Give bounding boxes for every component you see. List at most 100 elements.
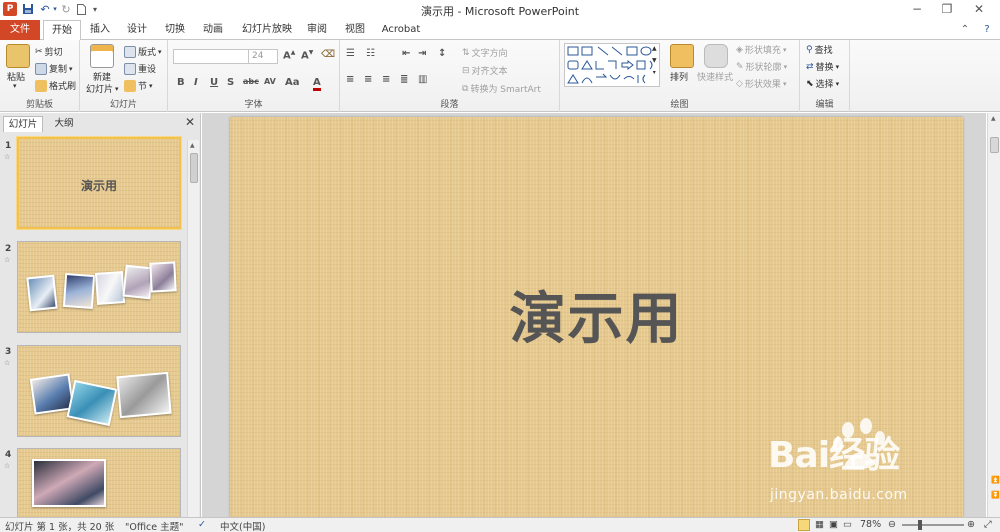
font-size-combo[interactable]: 24 [248,49,278,64]
tab-acrobat[interactable]: Acrobat [379,20,423,40]
paste-icon[interactable] [6,44,30,68]
char-spacing-icon[interactable]: AV [264,77,276,86]
slide-title[interactable]: 演示用 [230,274,963,355]
reset-button[interactable]: 重设 [124,62,156,75]
tab-slideshow[interactable]: 幻灯片放映 [240,20,294,40]
fit-slide-icon[interactable]: ⤢ [984,519,992,530]
restore-button[interactable]: ❐ [932,1,962,17]
slide-thumbnail[interactable]: 演示用 [17,137,181,229]
align-right-icon[interactable]: ≡ [382,74,390,85]
bold-icon[interactable]: B [177,77,185,88]
thumbnail-scrollbar[interactable]: ▲ [187,140,199,517]
format-painter-label: 格式刷 [49,82,77,92]
shapes-gallery[interactable] [564,43,660,87]
tab-file[interactable]: 文件 [0,20,40,40]
underline-icon[interactable]: U [210,77,218,88]
shape-fill-button[interactable]: ◈ 形状填充 ▾ [736,43,786,57]
slide-thumbnail[interactable] [17,448,181,517]
zoom-level[interactable]: 78% [860,519,881,530]
scroll-thumb[interactable] [990,137,999,153]
new-slide-dropdown[interactable]: 幻灯片 ▾ [86,82,119,96]
tab-animations[interactable]: 动画 [198,20,228,40]
zoom-slider[interactable] [902,524,964,526]
tab-review[interactable]: 审阅 [302,20,332,40]
clear-format-icon[interactable]: ⌫ [321,49,335,60]
pen-icon: ✎ [736,61,744,72]
layout-button[interactable]: 版式 ▾ [124,45,162,58]
spellcheck-icon[interactable]: ✓ [198,519,206,530]
shape-effects-button[interactable]: ◇ 形状效果 ▾ [736,77,786,91]
text-direction-label: 文字方向 [471,49,508,59]
text-direction-button[interactable]: ⇅ 文字方向 [462,46,508,60]
smartart-button[interactable]: ⧉ 转换为 SmartArt [462,82,541,96]
strikethrough-icon[interactable]: abc [243,77,259,86]
select-button[interactable]: ⬉ 选择 ▾ [806,77,839,91]
close-button[interactable]: ✕ [964,1,994,17]
font-color-icon[interactable]: A [313,77,321,91]
align-center-icon[interactable]: ≡ [364,74,372,85]
tab-view[interactable]: 视图 [340,20,370,40]
tab-insert[interactable]: 插入 [85,20,115,40]
find-button[interactable]: ⚲ 查找 [806,43,833,57]
slide-thumbnail[interactable] [17,241,181,333]
cut-button[interactable]: ✂ 剪切 [35,45,63,59]
numbering-icon[interactable]: ☷ [366,48,375,59]
help-icon[interactable]: ? [972,22,1000,38]
slide-thumbnail[interactable] [17,345,181,437]
normal-view-icon[interactable] [798,519,810,531]
align-text-icon: ⊟ [462,65,470,76]
change-case-icon[interactable]: Aa [285,77,300,88]
cursor-icon: ⬉ [806,78,814,89]
new-slide-icon[interactable] [90,44,114,68]
decrease-indent-icon[interactable]: ⇤ [402,48,410,59]
bullets-icon[interactable]: ☰ [346,48,355,59]
replace-button[interactable]: ⇄ 替换 ▾ [806,60,839,74]
slideshow-view-icon[interactable]: ▭ [843,519,852,530]
quick-styles-icon[interactable] [704,44,728,68]
paste-dropdown-icon[interactable]: ▾ [13,82,17,90]
shape-outline-button[interactable]: ✎ 形状轮廓 ▾ [736,60,787,74]
arrange-button[interactable]: 排列 [670,70,688,83]
tab-slides-panel[interactable]: 幻灯片 [3,116,43,132]
copy-button[interactable]: 复制 ▾ [35,62,73,75]
tab-home[interactable]: 开始 [43,20,81,41]
cut-label: 剪切 [44,48,63,58]
language-indicator[interactable]: 中文(中国) [220,519,265,532]
tab-transitions[interactable]: 切换 [160,20,190,40]
line-spacing-icon[interactable]: ↕ [438,48,446,59]
align-text-button[interactable]: ⊟ 对齐文本 [462,64,508,78]
tab-design[interactable]: 设计 [122,20,152,40]
grow-font-icon[interactable]: A▲ [283,49,295,61]
increase-indent-icon[interactable]: ⇥ [418,48,426,59]
align-left-icon[interactable]: ≡ [346,74,354,85]
close-icon[interactable]: ✕ [185,115,195,129]
quick-styles-button[interactable]: 快速样式 [697,70,733,83]
section-button[interactable]: 节 ▾ [124,79,153,92]
arrange-icon[interactable] [670,44,694,68]
slide-sorter-icon[interactable]: ▦ [815,519,824,530]
minimize-button[interactable]: − [902,1,932,17]
reading-view-icon[interactable]: ▣ [829,519,838,530]
slide-scrollbar[interactable]: ▲ ⏫ ⏬ [987,113,1000,517]
photo-image [32,459,106,507]
paragraph-group: ☰ ☷ ⇤ ⇥ ↕ ⇅ 文字方向 ⊟ 对齐文本 ⧉ 转换为 SmartArt ≡ ≡ … [340,40,560,112]
shapes-scroll-arrows[interactable]: ▲ ▼ ▾ [652,45,657,76]
shape-effects-label: 形状效果 [744,80,781,90]
shrink-font-icon[interactable]: A▼ [301,49,313,61]
tab-outline-panel[interactable]: 大纲 [46,116,82,132]
next-slide-icon[interactable]: ⏬ [991,491,1000,499]
shadow-icon[interactable]: S [227,77,234,88]
columns-icon[interactable]: ▥ [418,74,427,85]
zoom-in-icon[interactable]: ⊕ [967,519,975,530]
format-painter-button[interactable]: 格式刷 [35,79,76,92]
scroll-thumb[interactable] [190,153,198,183]
slides-group-label: 幻灯片 [109,100,137,110]
zoom-out-icon[interactable]: ⊖ [888,519,896,530]
scroll-up-icon[interactable]: ▲ [991,115,996,122]
italic-icon[interactable]: I [194,77,198,88]
font-name-combo[interactable] [173,49,249,64]
prev-slide-icon[interactable]: ⏫ [991,476,1000,484]
justify-icon[interactable]: ≣ [400,74,408,85]
scroll-up-icon[interactable]: ▲ [190,142,195,149]
zoom-slider-thumb[interactable] [918,520,922,530]
